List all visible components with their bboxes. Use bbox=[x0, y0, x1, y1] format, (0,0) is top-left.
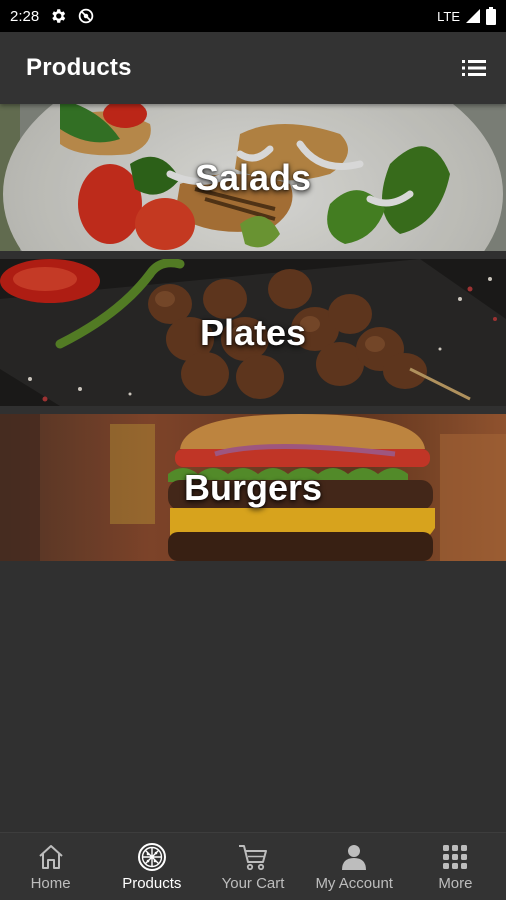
signal-icon bbox=[465, 8, 481, 24]
nav-item-account[interactable]: My Account bbox=[304, 833, 405, 900]
category-label: Salads bbox=[194, 156, 312, 198]
nav-item-home[interactable]: Home bbox=[0, 833, 101, 900]
category-tile-burgers[interactable]: Burgers bbox=[0, 414, 506, 561]
nav-label: My Account bbox=[315, 875, 393, 892]
nav-label: Products bbox=[122, 875, 182, 892]
bottom-nav: Home Products Your Cart My Account More bbox=[0, 832, 506, 900]
app-bar: Products bbox=[0, 32, 506, 104]
page-title: Products bbox=[26, 54, 132, 81]
status-time: 2:28 bbox=[10, 7, 40, 25]
nav-item-more[interactable]: More bbox=[405, 833, 506, 900]
network-type: LTE bbox=[437, 8, 460, 24]
status-bar: 2:28 LTE bbox=[0, 0, 506, 32]
pizza-icon bbox=[137, 843, 167, 871]
account-icon bbox=[340, 843, 368, 871]
cart-icon bbox=[237, 843, 269, 871]
list-view-icon[interactable] bbox=[460, 54, 488, 82]
grid-icon bbox=[442, 843, 468, 871]
category-tile-plates[interactable]: Plates bbox=[0, 259, 506, 406]
nav-label: More bbox=[438, 875, 473, 892]
nav-label: Your Cart bbox=[221, 875, 285, 892]
sync-icon bbox=[77, 7, 95, 25]
category-list: Salads Plates Burgers bbox=[0, 104, 506, 569]
home-icon bbox=[36, 843, 66, 871]
settings-icon bbox=[49, 7, 67, 25]
category-label: Burgers bbox=[183, 466, 323, 508]
nav-item-products[interactable]: Products bbox=[101, 833, 202, 900]
category-tile-salads[interactable]: Salads bbox=[0, 104, 506, 251]
category-label: Plates bbox=[199, 311, 307, 353]
nav-label: Home bbox=[30, 875, 71, 892]
battery-icon bbox=[486, 7, 496, 25]
nav-item-cart[interactable]: Your Cart bbox=[202, 833, 303, 900]
